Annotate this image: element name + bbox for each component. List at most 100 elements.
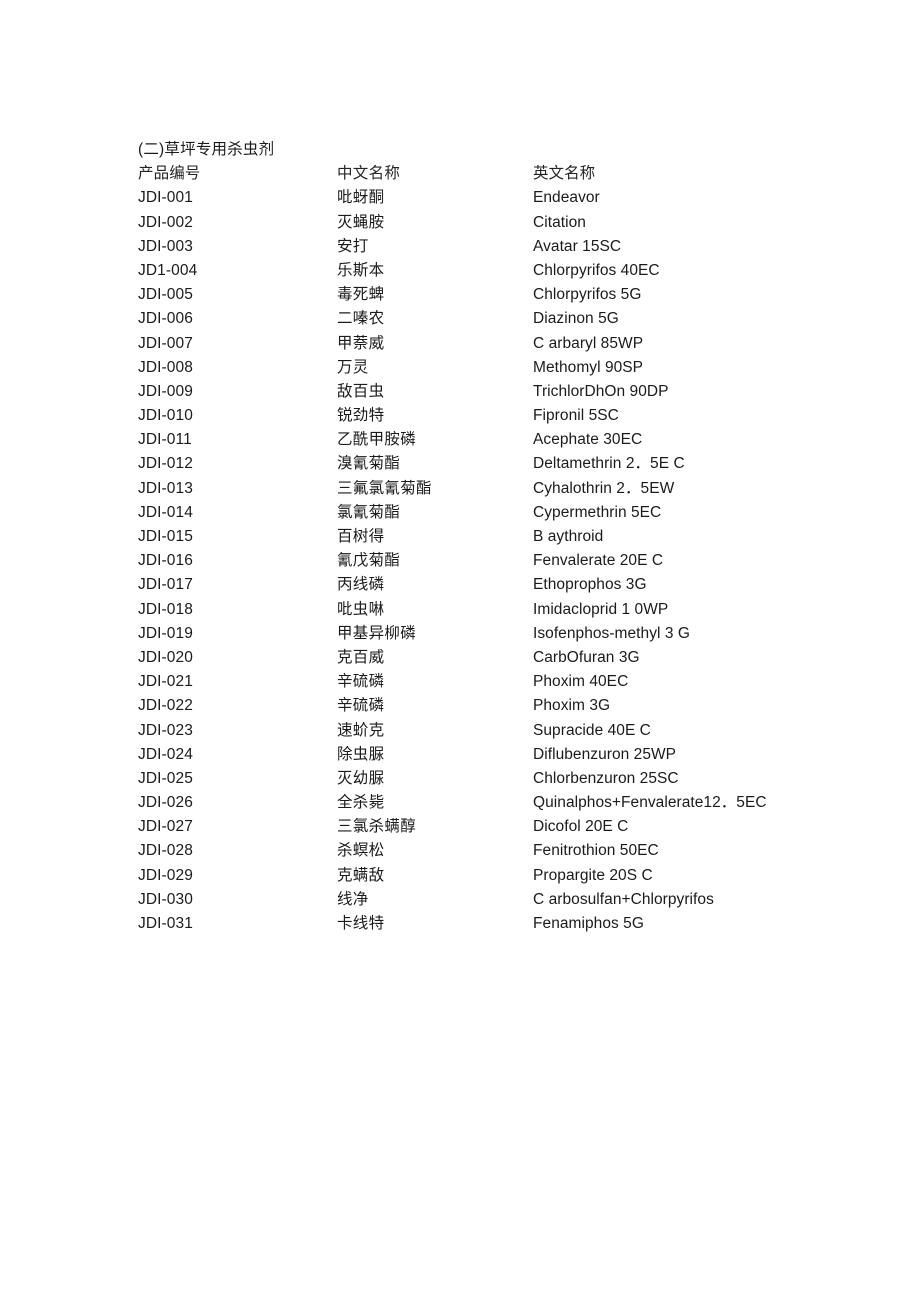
table-row: JDI-019 甲基异柳磷 Isofenphos-methyl 3 G xyxy=(138,622,878,646)
table-row: JDI-005 毒死蜱 Chlorpyrifos 5G xyxy=(138,283,878,307)
cell-code: JDI-002 xyxy=(138,213,193,231)
cell-code: JDI-027 xyxy=(138,818,193,836)
cell-english-name: Chlorbenzuron 25SC xyxy=(533,769,679,787)
table-row: JDI-007 甲萘威 C arbaryl 85WP xyxy=(138,332,878,356)
cell-code: JDI-006 xyxy=(138,310,193,328)
cell-code: JDI-005 xyxy=(138,286,193,304)
cell-chinese-name: 氰戊菊酯 xyxy=(337,552,401,570)
cell-code: JDI-029 xyxy=(138,866,193,884)
cell-code: JDI-026 xyxy=(138,794,193,812)
cell-english-name: C arbosulfan+Chlorpyrifos xyxy=(533,890,714,908)
table-row: JD1-004 乐斯本 Chlorpyrifos 40EC xyxy=(138,259,878,283)
cell-english-name: Chlorpyrifos 5G xyxy=(533,286,642,304)
table-row: JDI-013 三氟氯氰菊酯 Cyhalothrin 2．5EW xyxy=(138,477,878,501)
cell-chinese-name: 吡蚜酮 xyxy=(337,189,385,207)
cell-code: JDI-010 xyxy=(138,407,193,425)
cell-chinese-name: 速蚧克 xyxy=(337,721,385,739)
cell-chinese-name: 甲萘威 xyxy=(337,334,385,352)
table-row: JDI-021 辛硫磷 Phoxim 40EC xyxy=(138,670,878,694)
cell-chinese-name: 敌百虫 xyxy=(337,382,385,400)
cell-chinese-name: 除虫脲 xyxy=(337,745,385,763)
cell-code: JDI-011 xyxy=(138,431,192,449)
cell-code: JDI-016 xyxy=(138,552,193,570)
column-header-english-name: 英文名称 xyxy=(533,165,596,183)
cell-english-name: Ethoprophos 3G xyxy=(533,576,647,594)
table-row: JDI-022 辛硫磷 Phoxim 3G xyxy=(138,694,878,718)
cell-english-name: Chlorpyrifos 40EC xyxy=(533,261,660,279)
cell-code: JDI-022 xyxy=(138,697,193,715)
cell-english-name: B aythroid xyxy=(533,528,604,546)
cell-chinese-name: 三氯杀螨醇 xyxy=(337,818,417,836)
cell-code: JDI-024 xyxy=(138,745,193,763)
cell-english-name: TrichlorDhOn 90DP xyxy=(533,382,669,400)
cell-english-name: Propargite 20S C xyxy=(533,866,653,884)
cell-english-name: Avatar 15SC xyxy=(533,237,622,255)
cell-code: JDI-014 xyxy=(138,503,193,521)
cell-chinese-name: 三氟氯氰菊酯 xyxy=(337,479,432,497)
document-content: (二)草坪专用杀虫剂 产品编号 中文名称 英文名称 JDI-001 吡蚜酮 Endeavo… xyxy=(138,138,878,936)
table-row: JDI-018 吡虫啉 Imidacloprid 1 0WP xyxy=(138,598,878,622)
cell-english-name: Diazinon 5G xyxy=(533,310,619,328)
cell-english-name: Phoxim 40EC xyxy=(533,673,629,691)
cell-english-name: Fenvalerate 20E C xyxy=(533,552,664,570)
table-row: JDI-009 敌百虫 TrichlorDhOn 90DP xyxy=(138,380,878,404)
cell-english-name: Fipronil 5SC xyxy=(533,407,619,425)
cell-english-name: Deltamethrin 2．5E C xyxy=(533,455,685,473)
cell-chinese-name: 辛硫磷 xyxy=(337,673,385,691)
table-row: JDI-027 三氯杀螨醇 Dicofol 20E C xyxy=(138,815,878,839)
cell-english-name: Dicofol 20E C xyxy=(533,818,629,836)
cell-chinese-name: 乐斯本 xyxy=(337,261,385,279)
table-row: JDI-030 线净 C arbosulfan+Chlorpyrifos xyxy=(138,888,878,912)
page-title: (二)草坪专用杀虫剂 xyxy=(138,141,275,158)
cell-chinese-name: 吡虫啉 xyxy=(337,600,385,618)
cell-english-name: Supracide 40E C xyxy=(533,721,651,739)
cell-chinese-name: 灭幼脲 xyxy=(337,769,385,787)
cell-code: JDI-031 xyxy=(138,915,193,933)
cell-chinese-name: 甲基异柳磷 xyxy=(337,624,417,642)
cell-english-name: Methomyl 90SP xyxy=(533,358,644,376)
cell-chinese-name: 二嗪农 xyxy=(337,310,385,328)
table-row: JDI-020 克百威 CarbOfuran 3G xyxy=(138,646,878,670)
table-row: JDI-028 杀螟松 Fenitrothion 50EC xyxy=(138,839,878,863)
cell-chinese-name: 溴氰菊酯 xyxy=(337,455,401,473)
table-row: JDI-025 灭幼脲 Chlorbenzuron 25SC xyxy=(138,767,878,791)
table-row: JDI-001 吡蚜酮 Endeavor xyxy=(138,186,878,210)
product-table: 产品编号 中文名称 英文名称 JDI-001 吡蚜酮 Endeavor JDI-002 灭蝇胺… xyxy=(138,162,878,936)
cell-english-name: Cyhalothrin 2．5EW xyxy=(533,479,675,497)
cell-chinese-name: 卡线特 xyxy=(337,915,385,933)
table-row: JDI-024 除虫脲 Diflubenzuron 25WP xyxy=(138,743,878,767)
table-header-row: 产品编号 中文名称 英文名称 xyxy=(138,162,878,186)
cell-code: JDI-030 xyxy=(138,890,193,908)
table-row: JDI-003 安打 Avatar 15SC xyxy=(138,235,878,259)
cell-code: JDI-018 xyxy=(138,600,193,618)
cell-code: JDI-003 xyxy=(138,237,193,255)
cell-code: JDI-001 xyxy=(138,189,193,207)
table-row: JDI-012 溴氰菊酯 Deltamethrin 2．5E C xyxy=(138,452,878,476)
cell-code: JDI-017 xyxy=(138,576,193,594)
cell-english-name: Fenamiphos 5G xyxy=(533,915,644,933)
cell-chinese-name: 线净 xyxy=(337,890,369,908)
column-header-code: 产品编号 xyxy=(138,165,201,183)
cell-chinese-name: 百树得 xyxy=(337,528,385,546)
column-header-chinese-name: 中文名称 xyxy=(337,165,401,183)
cell-chinese-name: 辛硫磷 xyxy=(337,697,385,715)
table-row: JDI-023 速蚧克 Supracide 40E C xyxy=(138,719,878,743)
cell-english-name: Acephate 30EC xyxy=(533,431,643,449)
cell-english-name: Fenitrothion 50EC xyxy=(533,842,659,860)
table-row: JDI-031 卡线特 Fenamiphos 5G xyxy=(138,912,878,936)
table-row: JDI-017 丙线磷 Ethoprophos 3G xyxy=(138,573,878,597)
table-row: JDI-026 全杀毙 Quinalphos+Fenvalerate12．5EC xyxy=(138,791,878,815)
table-row: JDI-010 锐劲特 Fipronil 5SC xyxy=(138,404,878,428)
cell-chinese-name: 丙线磷 xyxy=(337,576,385,594)
cell-code: JDI-012 xyxy=(138,455,193,473)
cell-english-name: Imidacloprid 1 0WP xyxy=(533,600,669,618)
cell-code: JDI-019 xyxy=(138,624,193,642)
cell-english-name: Phoxim 3G xyxy=(533,697,611,715)
table-row: JDI-006 二嗪农 Diazinon 5G xyxy=(138,307,878,331)
table-row: JDI-002 灭蝇胺 Citation xyxy=(138,211,878,235)
cell-code: JDI-023 xyxy=(138,721,193,739)
cell-chinese-name: 安打 xyxy=(337,237,369,255)
cell-code: JDI-013 xyxy=(138,479,193,497)
cell-english-name: Cypermethrin 5EC xyxy=(533,503,662,521)
table-row: JDI-016 氰戊菊酯 Fenvalerate 20E C xyxy=(138,549,878,573)
